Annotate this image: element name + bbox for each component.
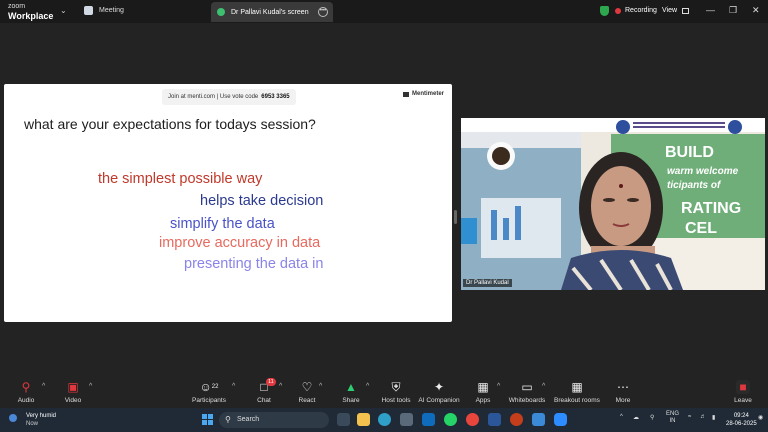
- chat-button[interactable]: □ 11 Chat: [252, 378, 276, 404]
- resize-handle[interactable]: [454, 210, 457, 224]
- slide-text-welcome: warm welcome: [667, 166, 739, 177]
- zoom-taskbar-icon[interactable]: [554, 413, 567, 426]
- chat-options-caret[interactable]: ^: [279, 383, 282, 390]
- edge-icon[interactable]: [378, 413, 391, 426]
- breakout-rooms-button[interactable]: ▦ Breakout rooms: [554, 380, 600, 404]
- shared-screen[interactable]: Join at menti.com | Use vote code 6953 33…: [4, 84, 452, 322]
- whiteboards-button[interactable]: ▭ Whiteboards: [508, 380, 546, 404]
- title-bar: zoom Workplace ⌄ Meeting Dr Pallavi Kuda…: [0, 0, 768, 23]
- wifi-icon[interactable]: ≈: [688, 414, 691, 420]
- zoom-logo: zoom Workplace: [8, 3, 54, 21]
- store-icon[interactable]: [400, 413, 413, 426]
- camera-off-icon: ▣: [67, 380, 79, 394]
- heart-icon: ♡: [301, 380, 313, 394]
- react-options-caret[interactable]: ^: [319, 383, 322, 390]
- audio-options-caret[interactable]: ^: [42, 383, 45, 390]
- slide-text-build: BUILD: [665, 144, 714, 161]
- mentimeter-logo: Mentimeter: [402, 91, 444, 97]
- more-icon: ⋯: [617, 380, 629, 394]
- microphone-icon[interactable]: ⚲: [650, 414, 654, 421]
- breakout-rooms-icon: ▦: [571, 380, 583, 394]
- audio-button[interactable]: ⚲ Audio: [14, 380, 38, 404]
- chat-badge: 11: [266, 378, 276, 386]
- recording-dot-icon: [615, 7, 621, 14]
- participant-name-label: Dr Pallavi Kudal: [463, 279, 512, 287]
- share-screen-icon: ▲: [345, 380, 357, 394]
- react-button[interactable]: ♡ React: [295, 380, 319, 404]
- word-icon[interactable]: [488, 413, 501, 426]
- host-tools-button[interactable]: ⛨ Host tools: [380, 380, 412, 404]
- windows-taskbar: Very humid Now ⚲ Search ^ ☁ ⚲ ENG IN ≈ ♬…: [0, 408, 768, 432]
- snipping-tool-icon[interactable]: [532, 413, 545, 426]
- participants-button[interactable]: ☺22 Participants: [190, 380, 228, 404]
- participants-icon: ☺22: [199, 380, 219, 394]
- response-3: simplify the data: [170, 216, 275, 232]
- meeting-tab[interactable]: Meeting: [84, 6, 124, 15]
- mentimeter-icon: [402, 91, 409, 97]
- share-button[interactable]: ▲ Share: [340, 380, 362, 404]
- meeting-toolbar: ⚲ Audio ^ ▣ Video ^ ☺22 Participants ^ □…: [0, 376, 768, 408]
- task-view-icon[interactable]: [337, 413, 350, 426]
- response-1: the simplest possible way: [98, 171, 263, 187]
- onedrive-icon[interactable]: ☁: [633, 414, 639, 421]
- language-indicator[interactable]: ENG IN: [666, 411, 679, 425]
- sparkle-icon: ✦: [433, 380, 445, 394]
- participant-video[interactable]: BUILD warm welcome ticipants of RATING C…: [461, 118, 765, 290]
- whatsapp-icon[interactable]: [444, 413, 457, 426]
- shield-icon: ⛨: [391, 380, 401, 394]
- file-explorer-icon[interactable]: [357, 413, 370, 426]
- video-button[interactable]: ▣ Video: [60, 380, 86, 404]
- notifications-icon[interactable]: ◉: [758, 414, 763, 421]
- whiteboards-options-caret[interactable]: ^: [542, 383, 545, 390]
- participants-options-caret[interactable]: ^: [232, 383, 235, 390]
- apps-options-caret[interactable]: ^: [497, 383, 500, 390]
- ai-companion-button[interactable]: ✦ AI Companion: [418, 380, 460, 404]
- taskbar-search[interactable]: ⚲ Search: [219, 412, 329, 428]
- apps-icon: ▦: [477, 380, 489, 394]
- minimize-button[interactable]: —: [706, 5, 715, 15]
- leave-icon: ■: [736, 380, 750, 394]
- video-options-caret[interactable]: ^: [89, 383, 92, 390]
- microphone-muted-icon: ⚲: [21, 380, 31, 394]
- chrome-icon[interactable]: [466, 413, 479, 426]
- screen-share-tab[interactable]: Dr Pallavi Kudal's screen •••: [211, 2, 333, 22]
- start-button[interactable]: [202, 414, 213, 425]
- share-options-caret[interactable]: ^: [366, 383, 369, 390]
- view-layout-icon: [682, 7, 690, 14]
- response-2: helps take decision: [200, 193, 324, 209]
- share-status-icon: [217, 8, 225, 16]
- slide-text-participants: ticipants of: [667, 180, 721, 191]
- maximize-button[interactable]: ❐: [729, 5, 737, 16]
- chevron-down-icon[interactable]: ⌄: [60, 6, 67, 15]
- outlook-icon[interactable]: [422, 413, 435, 426]
- tray-overflow-icon[interactable]: ^: [620, 414, 623, 420]
- weather-icon: [9, 414, 17, 422]
- close-button[interactable]: ✕: [752, 5, 760, 16]
- slide-text-cel: CEL: [685, 220, 717, 237]
- apps-button[interactable]: ▦ Apps: [472, 380, 494, 404]
- response-4: improve accuracy in data: [159, 235, 321, 251]
- slide-text-rating: RATING: [681, 200, 742, 217]
- response-5: presenting the data in: [184, 256, 324, 272]
- leave-button[interactable]: ■ Leave: [732, 380, 754, 404]
- volume-icon[interactable]: ♬: [700, 414, 706, 420]
- search-icon: ⚲: [225, 415, 231, 424]
- poll-question: what are your expectations for todays se…: [24, 116, 316, 132]
- weather-widget[interactable]: Very humid Now: [9, 412, 56, 428]
- view-button[interactable]: View: [662, 7, 690, 14]
- vote-code-banner: Join at menti.com | Use vote code 6953 33…: [162, 89, 296, 105]
- meeting-icon: [84, 6, 93, 15]
- battery-icon[interactable]: ▮: [712, 414, 715, 421]
- recording-indicator[interactable]: Recording: [615, 7, 657, 14]
- encryption-shield-icon[interactable]: [600, 6, 609, 16]
- media-player-icon[interactable]: [510, 413, 523, 426]
- taskbar-clock[interactable]: 09:24 28-06-2025: [726, 412, 757, 428]
- whiteboard-icon: ▭: [521, 380, 533, 394]
- more-button[interactable]: ⋯ More: [612, 380, 634, 404]
- more-options-icon[interactable]: •••: [318, 7, 328, 17]
